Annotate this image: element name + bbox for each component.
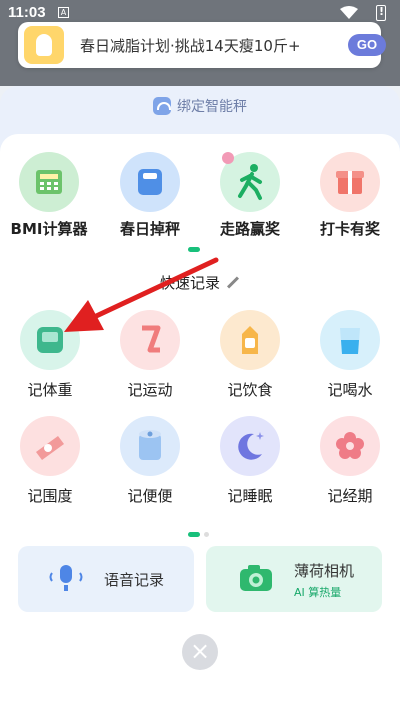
tools-page-indicator: [188, 247, 200, 252]
quick-record-title[interactable]: 快速记录: [160, 272, 240, 293]
record-label: 记便便: [127, 487, 173, 505]
smart-scale-icon: [153, 97, 171, 115]
toilet-paper-icon: [120, 416, 180, 476]
tool-walk-win-prize[interactable]: 走路赢奖: [205, 152, 295, 239]
record-sleep-button[interactable]: 记睡眠: [205, 416, 295, 506]
voice-record-label: 语音记录: [104, 571, 165, 589]
close-icon[interactable]: ×: [182, 634, 218, 670]
wifi-icon: [340, 6, 358, 19]
record-water-button[interactable]: 记喝水: [305, 310, 395, 400]
status-time: 11:03: [8, 4, 46, 21]
record-panel: BMI计算器 春日掉秤 走路赢奖 打卡有奖 快速记录 记体重 记运动 记饮食 记…: [0, 134, 400, 710]
gift-icon: [320, 152, 380, 212]
record-period-button[interactable]: 记经期: [305, 416, 395, 506]
camera-icon: [240, 565, 272, 591]
record-label: 记围度: [27, 487, 73, 505]
tool-label: BMI计算器: [10, 220, 88, 238]
moon-icon: [220, 416, 280, 476]
record-label: 记经期: [327, 487, 373, 505]
tool-label: 走路赢奖: [219, 220, 280, 238]
quick-record-page-indicator: [188, 522, 209, 541]
record-label: 记运动: [127, 381, 173, 399]
battery-alert-icon: [376, 5, 386, 21]
flower-icon: [320, 416, 380, 476]
microphone-icon: [49, 565, 83, 591]
milk-carton-icon: [220, 310, 280, 370]
bind-smart-scale-button[interactable]: 绑定智能秤: [0, 96, 400, 116]
scale-icon: [120, 152, 180, 212]
mint-camera-label: 薄荷相机: [294, 562, 355, 580]
record-label: 记体重: [27, 381, 73, 399]
record-label: 记睡眠: [227, 487, 273, 505]
water-glass-icon: [320, 310, 380, 370]
tool-label: 春日掉秤: [119, 220, 180, 238]
tool-check-in-reward[interactable]: 打卡有奖: [305, 152, 395, 239]
banner-go-button[interactable]: GO: [348, 34, 386, 56]
banner-title: 春日减脂计划·挑战14天瘦10斤+: [80, 37, 301, 55]
record-label: 记饮食: [227, 381, 273, 399]
mint-camera-card[interactable]: 薄荷相机 AI 算热量: [206, 546, 382, 612]
record-weight-button[interactable]: 记体重: [5, 310, 95, 400]
tool-spring-weight-loss[interactable]: 春日掉秤: [105, 152, 195, 239]
record-diet-button[interactable]: 记饮食: [205, 310, 295, 400]
walking-icon: [220, 152, 280, 212]
ai-calorie-sublabel: AI 算热量: [294, 586, 342, 599]
banner-thumbnail: [24, 26, 64, 64]
tape-measure-icon: [20, 416, 80, 476]
tool-label: 打卡有奖: [319, 220, 380, 238]
record-bowel-button[interactable]: 记便便: [105, 416, 195, 506]
exercise-icon: [120, 310, 180, 370]
weight-scale-icon: [20, 310, 80, 370]
record-exercise-button[interactable]: 记运动: [105, 310, 195, 400]
calculator-icon: [19, 152, 79, 212]
bind-scale-label: 绑定智能秤: [177, 99, 247, 115]
voice-record-card[interactable]: 语音记录: [18, 546, 194, 612]
tool-bmi-calculator[interactable]: BMI计算器: [4, 152, 94, 239]
notification-a-icon: A: [58, 7, 69, 18]
quick-record-label: 快速记录: [160, 274, 221, 292]
promo-banner[interactable]: 春日减脂计划·挑战14天瘦10斤+ GO: [18, 22, 386, 68]
record-circumference-button[interactable]: 记围度: [5, 416, 95, 506]
record-label: 记喝水: [327, 381, 373, 399]
edit-pencil-icon[interactable]: [227, 276, 240, 289]
